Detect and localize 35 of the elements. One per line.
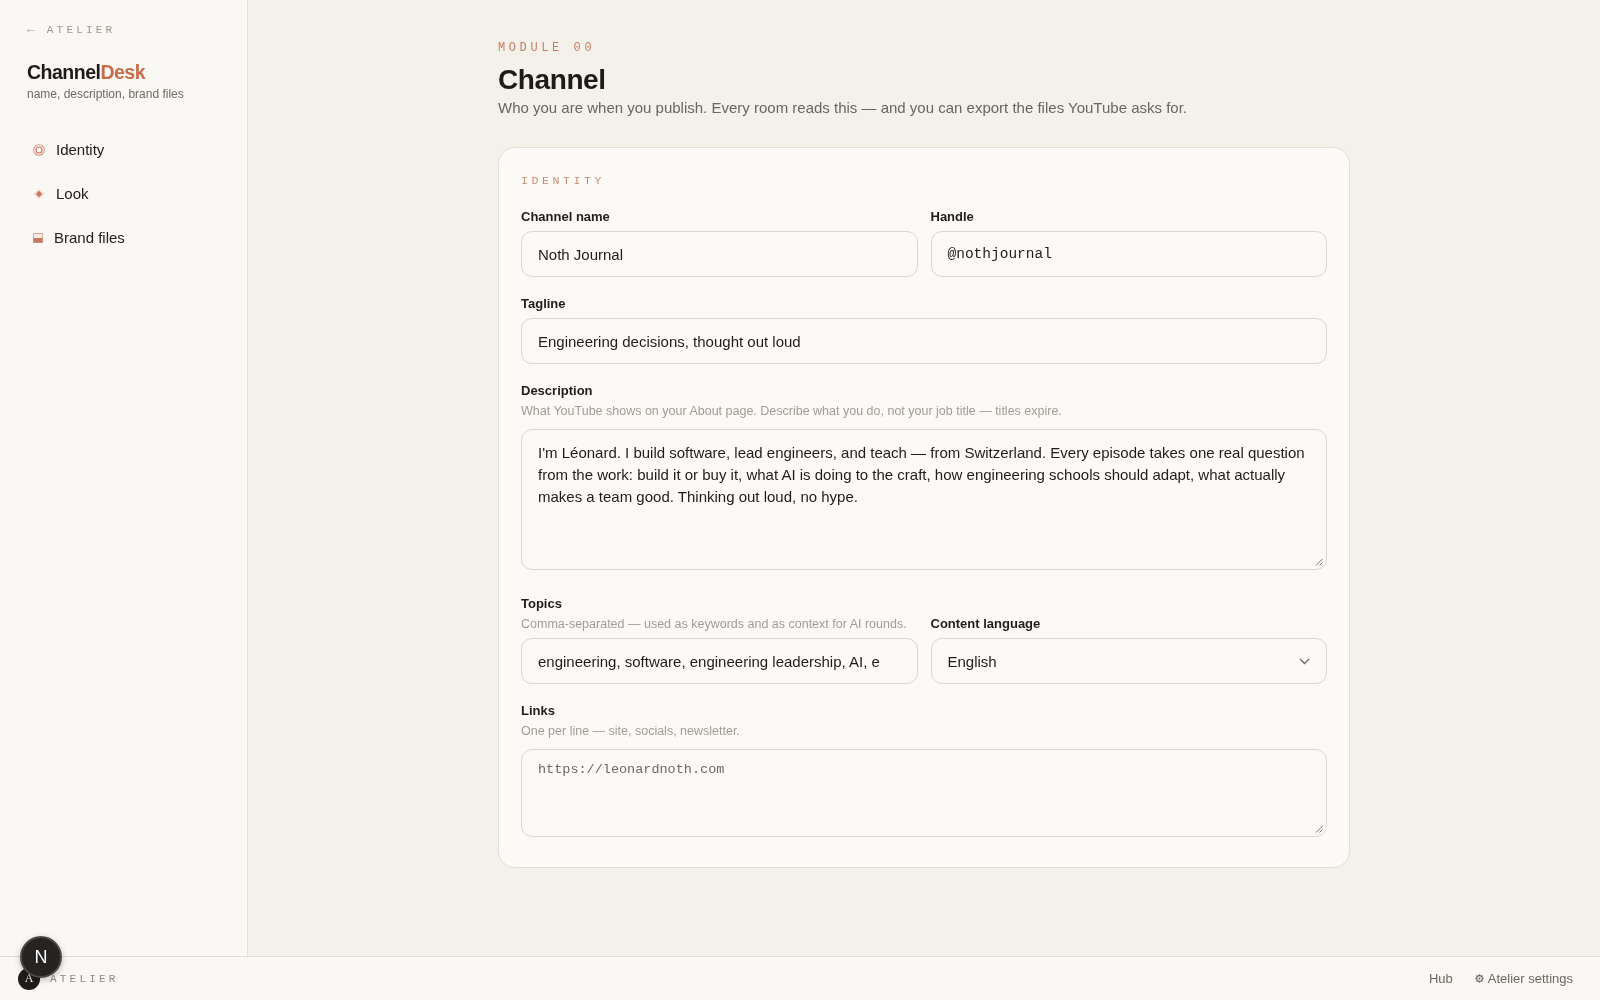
field-label: Content language xyxy=(930,615,1041,634)
field-hint: What YouTube shows on your About page. Describe what you do, not your job title — titles expire. xyxy=(521,403,1062,420)
app-subtitle: name, description, brand files xyxy=(27,86,184,102)
app-title: ChannelDesk xyxy=(27,60,147,84)
text-area[interactable]: https://leonardnoth.com xyxy=(521,748,1327,837)
field-hint: Comma-separated — used as keywords and as context for AI rounds. xyxy=(521,615,907,633)
field-label: Topics xyxy=(521,594,562,613)
page-title: Channel xyxy=(498,63,607,97)
half-filled-square-icon xyxy=(33,233,43,243)
select-field[interactable]: English xyxy=(930,638,1327,685)
resize-grip-icon xyxy=(1315,557,1323,566)
footer-link[interactable]: Hub xyxy=(1428,971,1453,986)
resize-grip-icon xyxy=(1315,824,1323,833)
text-field[interactable]: Noth Journal xyxy=(521,231,918,277)
field-label: Description xyxy=(521,382,593,400)
text-field[interactable]: @nothjournal xyxy=(930,231,1327,277)
gear-icon xyxy=(1474,974,1484,983)
section-title: IDENTITY xyxy=(521,173,605,189)
ring-icon xyxy=(33,144,45,156)
chevron-down-icon xyxy=(1299,657,1310,665)
nav-item[interactable]: Brand files xyxy=(27,227,125,249)
footer-link[interactable]: Atelier settings xyxy=(1474,971,1573,986)
field-label: Channel name xyxy=(521,208,610,226)
diamond-icon xyxy=(33,188,45,200)
text-field[interactable]: engineering, software, engineering leadership, AI, e xyxy=(521,638,918,685)
module-label: MODULE 00 xyxy=(498,40,596,56)
field-label: Links xyxy=(521,702,555,721)
page-subtitle: Who you are when you publish. Every room reads this — and you can export the files YouTube asks for. xyxy=(498,98,1187,118)
field-label: Tagline xyxy=(521,295,566,313)
text-field[interactable]: Engineering decisions, thought out loud xyxy=(521,318,1327,364)
text-area[interactable]: I'm Léonard. I build software, lead engineers, and teach — from Switzerland. Every episode takes one real question from the work: build it or buy it, what AI is doing to the craft, how engineering schools should adapt, what actually makes a team good. Thinking out loud, no hype. xyxy=(521,428,1327,570)
nav-item[interactable]: Identity xyxy=(27,139,105,161)
field-label: Handle xyxy=(930,208,974,226)
field-hint: One per line — site, socials, newsletter. xyxy=(521,723,740,741)
nav-item[interactable]: Look xyxy=(27,183,89,205)
